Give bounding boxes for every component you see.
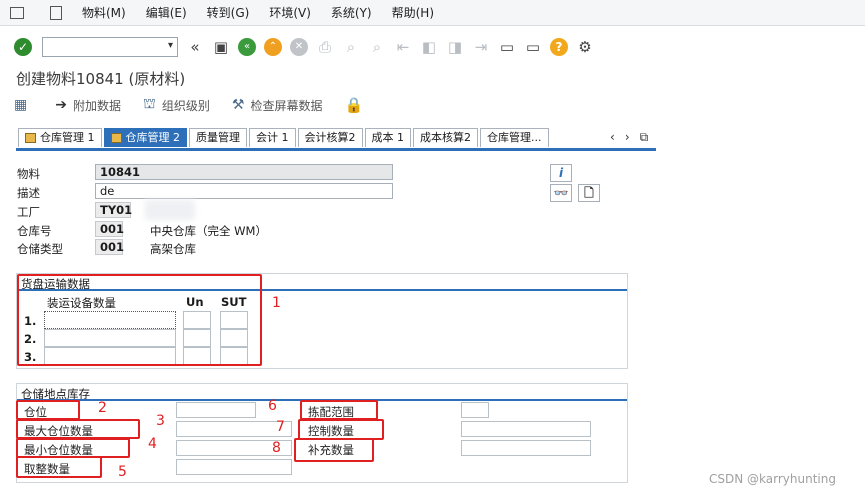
new-session-icon[interactable]: ▭ [498, 38, 516, 56]
menu-material[interactable]: 物料(M) [82, 4, 126, 21]
find-icon[interactable]: ⌕ [342, 38, 360, 56]
material-field: 10841 [95, 164, 393, 180]
tab-accounting-1[interactable]: 会计 1 [249, 128, 296, 147]
watermark: CSDN @karryhunting [709, 472, 836, 486]
additional-data-button[interactable]: ➔ 附加数据 [55, 97, 121, 114]
views-icon[interactable]: ▦ [14, 97, 33, 113]
storage-type-field: 001 [95, 239, 124, 255]
tab-warehouse-2[interactable]: 仓库管理 2 [103, 128, 187, 147]
annotation-number-8: 8 [272, 440, 281, 456]
annotation-number-2: 2 [98, 400, 107, 416]
check-icon: ⚒ [231, 97, 245, 113]
tab-strip: 仓库管理 1 仓库管理 2 质量管理 会计 1 会计核算2 成本 1 成本核算2… [18, 128, 551, 150]
warehouse-number-field: 001 [95, 221, 124, 237]
chevron-down-icon[interactable]: ▾ [168, 40, 173, 51]
storage-type-label: 仓储类型 [17, 242, 63, 256]
replenishment-qty-input[interactable] [461, 440, 591, 456]
application-toolbar: ▦ ➔ 附加数据 ⛫ 组织级别 ⚒ 检查屏幕数据 🔒 [14, 96, 363, 114]
annotation-box-6 [300, 400, 378, 420]
info-icon[interactable]: i [550, 164, 572, 182]
menu-environment[interactable]: 环境(V) [269, 4, 311, 21]
tab-costing-2[interactable]: 成本核算2 [413, 128, 478, 147]
annotation-number-4: 4 [148, 436, 157, 452]
arrow-right-icon: ➔ [55, 97, 67, 113]
picking-area-input[interactable] [461, 402, 489, 418]
first-page-icon[interactable]: ⇤ [394, 38, 412, 56]
menu-goto[interactable]: 转到(G) [207, 4, 250, 21]
rounding-qty-input[interactable] [176, 459, 292, 475]
settings-icon[interactable]: ⚙ [576, 38, 594, 56]
menu-system[interactable]: 系统(Y) [331, 4, 372, 21]
tab-navigation: ‹ › ⧉ [610, 130, 658, 145]
tab-costing-1[interactable]: 成本 1 [364, 128, 411, 147]
cancel-icon[interactable]: ✕ [290, 38, 308, 56]
last-page-icon[interactable]: ⇥ [472, 38, 490, 56]
description-label: 描述 [17, 186, 40, 200]
command-field[interactable]: ▾ [42, 37, 178, 57]
tab-warehouse-more[interactable]: 仓库管理... [480, 128, 549, 147]
annotation-box-2 [16, 400, 80, 420]
annotation-box-4 [16, 438, 130, 458]
exit-icon[interactable]: ⌃ [264, 38, 282, 56]
annotation-number-3: 3 [156, 413, 165, 429]
tab-prev-icon[interactable]: ‹ [610, 130, 615, 145]
menu-help[interactable]: 帮助(H) [392, 4, 434, 21]
shortcut-icon[interactable]: ▭ [524, 38, 542, 56]
tab-accounting-2[interactable]: 会计核算2 [297, 128, 363, 147]
double-left-icon[interactable]: « [186, 38, 204, 56]
annotation-number-6: 6 [268, 398, 277, 414]
annotation-box-3 [16, 419, 140, 439]
description-field[interactable]: de [95, 183, 393, 199]
back-icon[interactable]: « [238, 38, 256, 56]
help-icon[interactable]: ? [550, 38, 568, 56]
material-label: 物料 [17, 167, 40, 181]
next-page-icon[interactable]: ◨ [446, 38, 464, 56]
page-title: 创建物料10841 (原材料) [16, 70, 186, 88]
annotation-box-1 [17, 274, 262, 366]
storage-bin-input[interactable] [176, 402, 256, 418]
tab-next-icon[interactable]: › [625, 130, 630, 145]
tab-warehouse-1[interactable]: 仓库管理 1 [18, 128, 102, 147]
glasses-icon[interactable]: 👓 [550, 184, 572, 202]
tab-list-icon[interactable]: ⧉ [640, 130, 649, 145]
annotation-box-8 [294, 438, 374, 462]
plant-field: TY01 [95, 202, 132, 218]
tab-underline [16, 148, 656, 151]
annotation-number-7: 7 [276, 419, 285, 435]
control-qty-input[interactable] [461, 421, 591, 437]
tab-quality[interactable]: 质量管理 [189, 128, 247, 147]
menu-edit[interactable]: 编辑(E) [146, 4, 187, 21]
tab-status-icon [25, 133, 36, 143]
storage-type-text: 高架仓库 [150, 242, 196, 256]
tab-status-icon [110, 133, 122, 143]
save-icon[interactable]: ▣ [212, 38, 230, 56]
plant-label: 工厂 [17, 205, 40, 219]
annotation-number-5: 5 [118, 464, 127, 480]
document-icon[interactable]: 🗋 [578, 184, 600, 202]
annotation-number-1: 1 [272, 295, 281, 311]
find-next-icon[interactable]: ⌕ [368, 38, 386, 56]
print-icon[interactable]: ⎙ [316, 38, 334, 56]
lock-icon[interactable]: 🔒 [344, 96, 363, 114]
system-menu-icon[interactable] [10, 6, 24, 19]
menu-bar: 物料(M) 编辑(E) 转到(G) 环境(V) 系统(Y) 帮助(H) [0, 0, 865, 26]
org-levels-button[interactable]: ⛫ 组织级别 [143, 96, 210, 114]
warehouse-number-label: 仓库号 [17, 224, 52, 238]
hierarchy-icon: ⛫ [142, 96, 156, 112]
plant-text-redacted [145, 200, 195, 220]
warehouse-number-text: 中央仓库（完全 WM） [150, 224, 267, 238]
layout-menu-icon[interactable] [50, 5, 62, 20]
prev-page-icon[interactable]: ◧ [420, 38, 438, 56]
annotation-box-7 [298, 419, 384, 440]
annotation-box-5 [16, 456, 102, 478]
standard-toolbar: ✓ ▾ « ▣ « ⌃ ✕ ⎙ ⌕ ⌕ ⇤ ◧ ◨ ⇥ ▭ ▭ ? ⚙ [0, 32, 865, 62]
checkmark-icon[interactable]: ✓ [14, 38, 32, 56]
max-bin-qty-input[interactable] [176, 421, 292, 437]
check-screen-data-button[interactable]: ⚒ 检查屏幕数据 [232, 97, 323, 114]
